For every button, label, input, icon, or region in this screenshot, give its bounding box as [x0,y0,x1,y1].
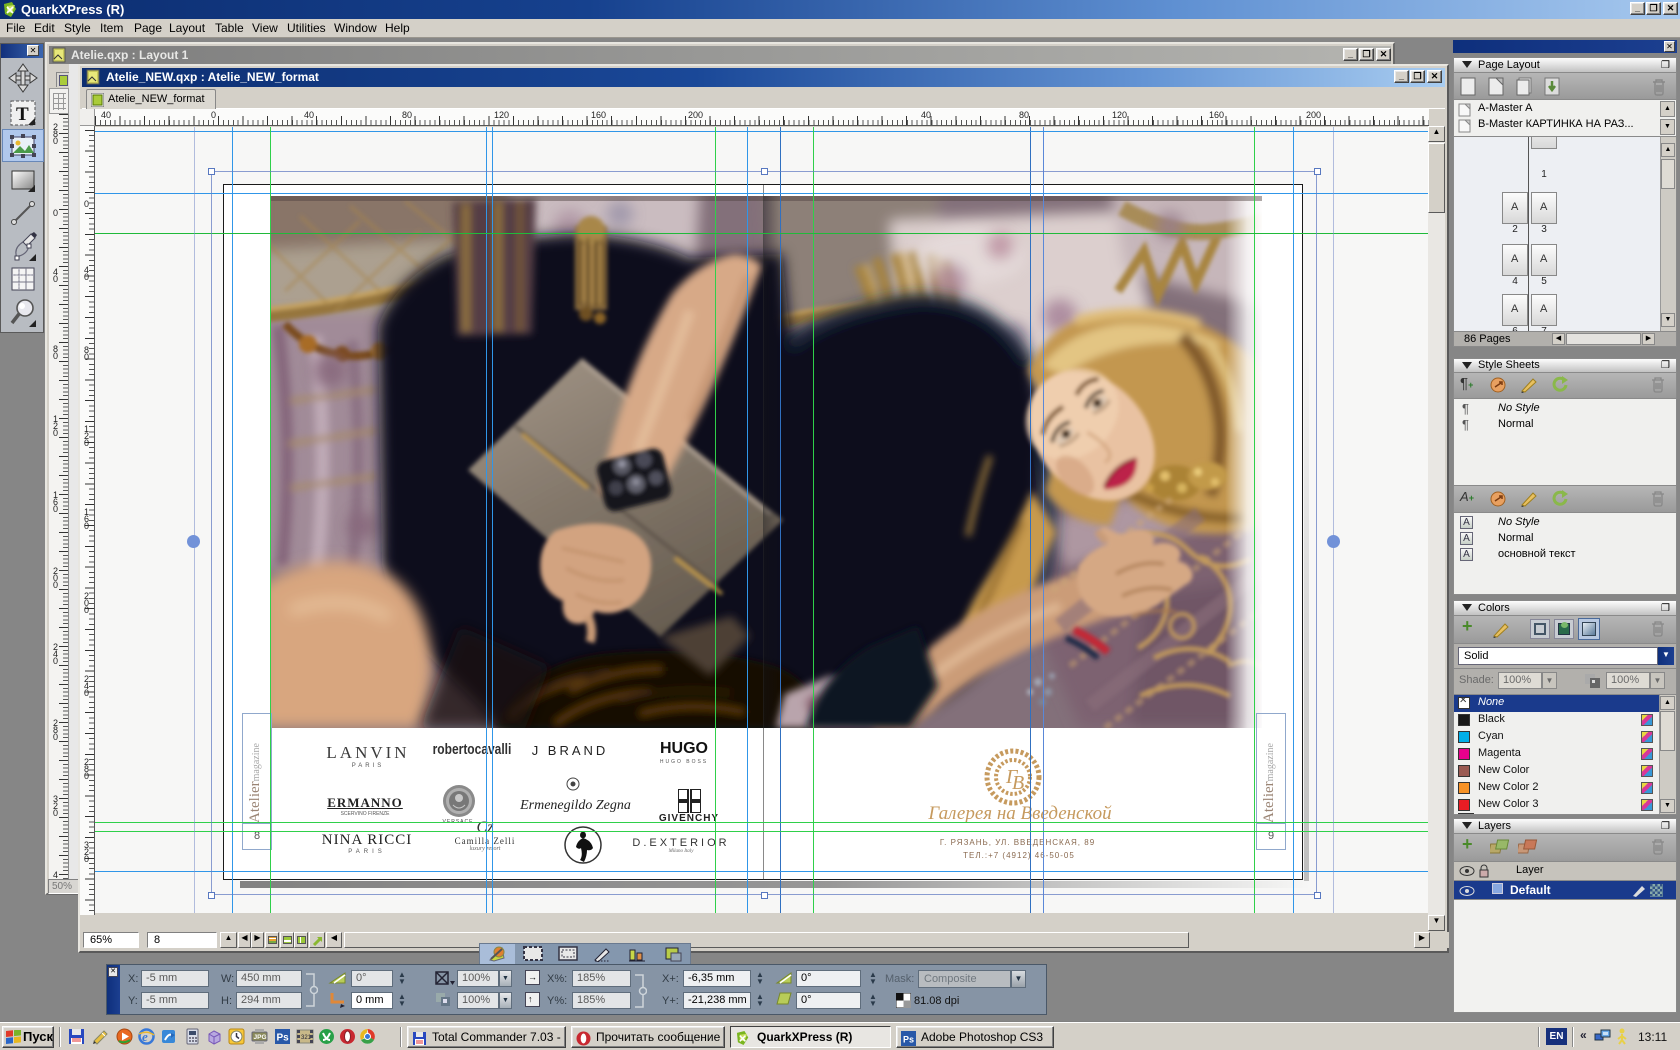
svg-text:T: T [16,104,29,125]
svg-text:JPG: JPG [254,1034,267,1041]
svg-text:321: 321 [301,1035,312,1041]
svg-text:Ps: Ps [277,1033,290,1044]
svg-text:e: e [142,1029,148,1044]
svg-text:Ps: Ps [903,1035,914,1045]
